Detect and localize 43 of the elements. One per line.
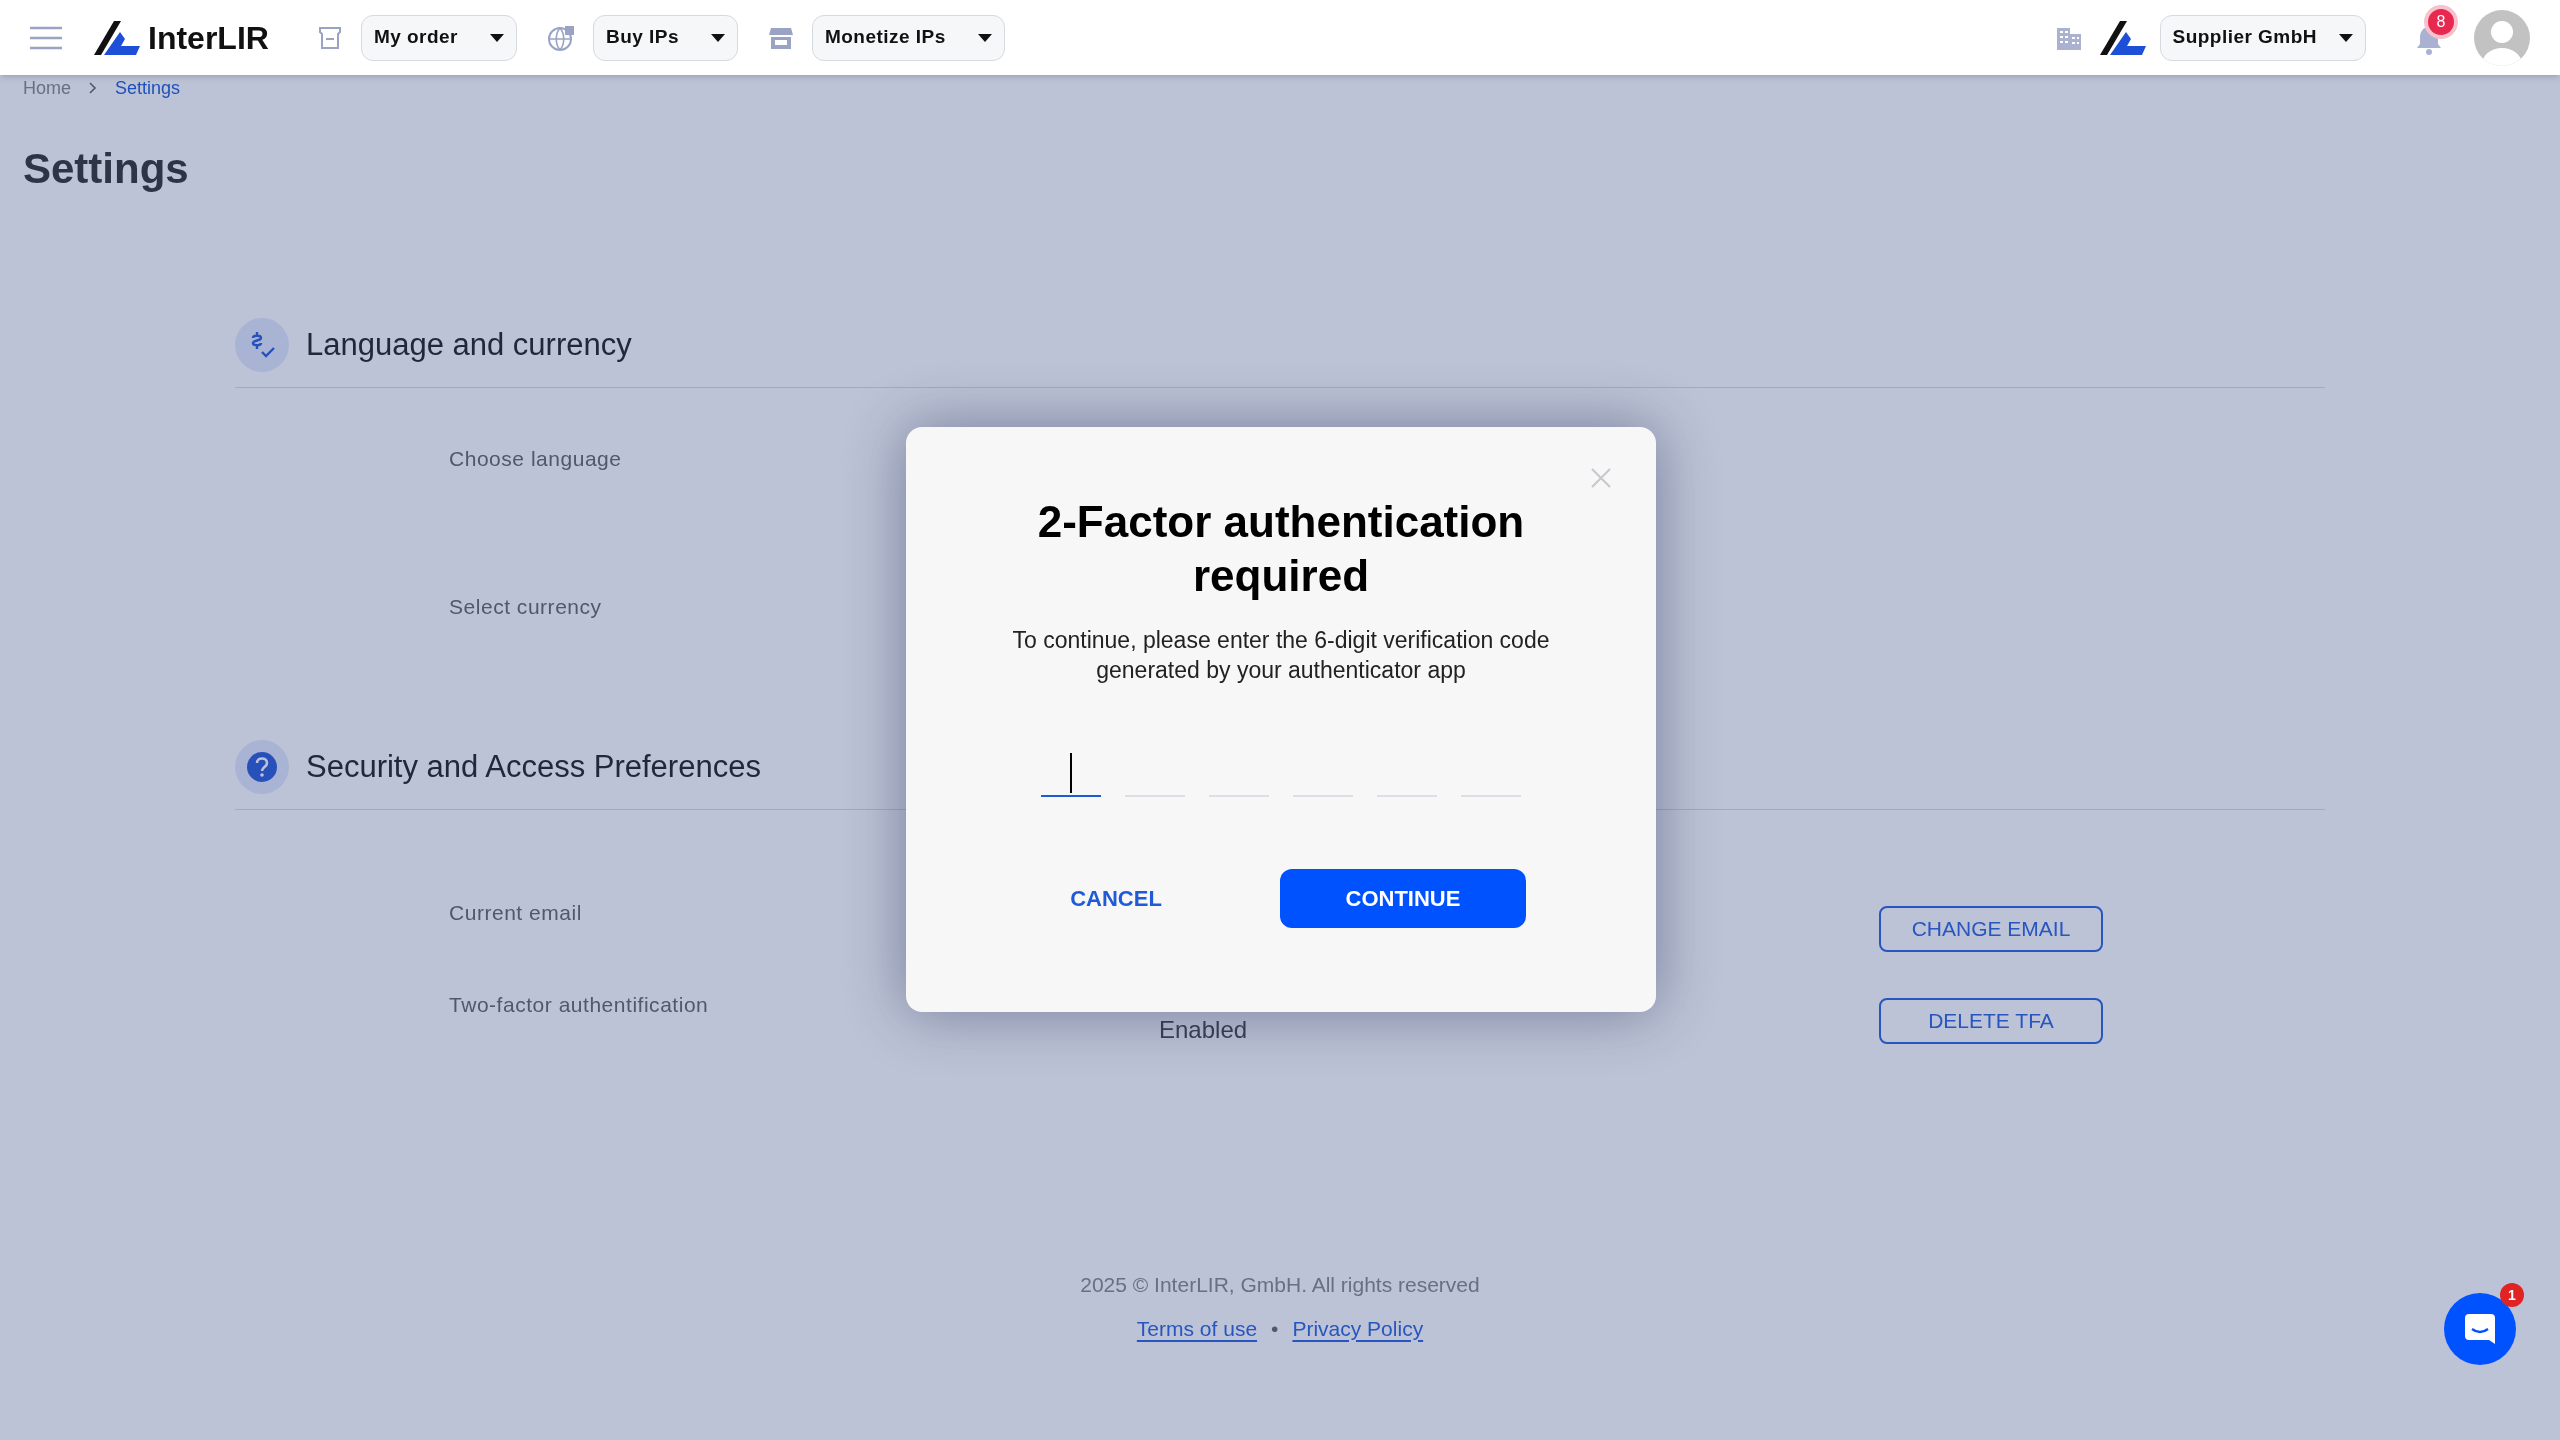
help-icon bbox=[235, 740, 289, 794]
nav-dropdown[interactable]: My order bbox=[360, 14, 517, 61]
footer-link[interactable]: Privacy Policy bbox=[1292, 1312, 1424, 1344]
section-title: Security and Access Preferences bbox=[306, 747, 761, 786]
logo-icon bbox=[2099, 20, 2146, 55]
modal-message: To continue, please enter the 6-digit verification code generated by your authenticator app bbox=[1011, 626, 1551, 685]
field-value: Enabled bbox=[1159, 1015, 1248, 1045]
copyright-text: 2025 © InterLIR, GmbH. All rights reserved bbox=[1080, 1272, 1480, 1298]
notification-badge: 8 bbox=[2428, 8, 2454, 35]
menu-icon[interactable] bbox=[30, 25, 62, 50]
nav-dropdown[interactable]: Monetize IPs bbox=[811, 14, 1005, 61]
building-icon bbox=[2055, 25, 2082, 50]
store-icon bbox=[767, 25, 794, 50]
globe-icon bbox=[546, 23, 575, 52]
caret-icon bbox=[489, 33, 504, 42]
chat-icon bbox=[2463, 1312, 2497, 1346]
box-icon bbox=[316, 24, 343, 51]
cancel-button[interactable]: CANCEL bbox=[1036, 869, 1196, 928]
chevron-icon bbox=[89, 82, 97, 94]
field-label: Current email bbox=[449, 901, 582, 925]
field-label: Choose language bbox=[449, 447, 622, 471]
brand-name: InterLIR bbox=[148, 18, 269, 58]
field-label: Two-factor authentification bbox=[449, 993, 709, 1017]
caret-icon bbox=[977, 33, 992, 42]
caret-icon bbox=[710, 33, 725, 42]
close-icon bbox=[1591, 468, 1611, 488]
modal-title: 2-Factor authentication required bbox=[1036, 496, 1526, 602]
separator-dot: • bbox=[1271, 1315, 1279, 1342]
continue-button[interactable]: CONTINUE bbox=[1280, 869, 1526, 928]
company-dropdown[interactable]: Supplier GmbH bbox=[2159, 14, 2366, 61]
outline-button[interactable]: CHANGE EMAIL bbox=[1879, 906, 2103, 952]
dollar-check-icon bbox=[235, 318, 289, 372]
breadcrumb-link[interactable]: Home bbox=[23, 74, 71, 102]
caret-icon bbox=[2339, 33, 2353, 42]
section-title: Language and currency bbox=[306, 325, 632, 364]
footer-link[interactable]: Terms of use bbox=[1136, 1312, 1258, 1344]
nav-dropdown[interactable]: Buy IPs bbox=[592, 14, 738, 61]
breadcrumb-link[interactable]: Settings bbox=[115, 74, 181, 102]
chat-badge: 1 bbox=[2500, 1283, 2524, 1307]
field-label: Select currency bbox=[449, 595, 602, 619]
logo-icon bbox=[94, 20, 140, 55]
page-title: Settings bbox=[22, 144, 190, 194]
outline-button[interactable]: DELETE TFA bbox=[1879, 998, 2103, 1044]
